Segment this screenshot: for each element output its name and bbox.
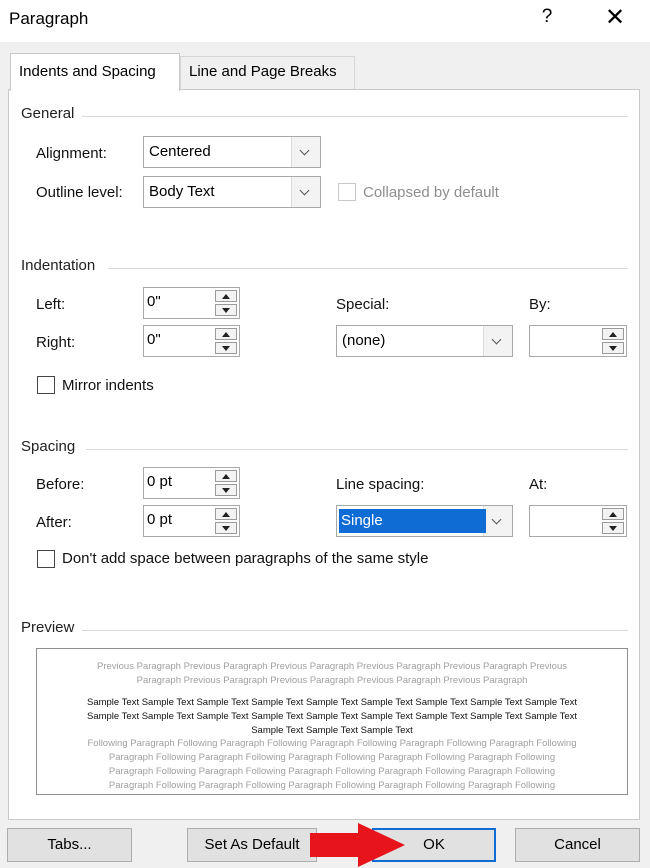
section-divider	[82, 630, 628, 631]
spin-down-icon[interactable]	[602, 522, 624, 534]
tab-label: Line and Page Breaks	[189, 63, 337, 80]
section-general-heading: General	[21, 105, 75, 122]
preview-sample-line: Sample Text Sample Text Sample Text Samp…	[86, 697, 578, 708]
by-spinner[interactable]	[529, 325, 627, 357]
special-label: Special:	[336, 296, 390, 313]
spin-down-icon[interactable]	[215, 522, 237, 534]
dialog-title: Paragraph	[9, 9, 89, 28]
alignment-dropdown[interactable]: Centered	[143, 136, 321, 168]
chevron-down-icon[interactable]	[291, 177, 320, 207]
spin-up-icon[interactable]	[215, 470, 237, 482]
preview-following-line: Paragraph Following Paragraph Following …	[108, 766, 556, 777]
preview-previous-line: Previous Paragraph Previous Paragraph Pr…	[97, 661, 567, 672]
chevron-down-icon[interactable]	[291, 137, 320, 167]
line-spacing-label: Line spacing:	[336, 476, 425, 493]
left-indent-label: Left:	[36, 296, 66, 313]
mirror-indents-label: Mirror indents	[62, 377, 154, 394]
by-label: By:	[529, 296, 551, 313]
dont-add-space-label: Don't add space between paragraphs of th…	[62, 550, 429, 567]
close-icon[interactable]: ✕	[600, 3, 630, 32]
spin-down-icon[interactable]	[215, 304, 237, 316]
right-indent-label: Right:	[36, 334, 76, 351]
tab-label: Indents and Spacing	[19, 63, 156, 80]
special-value: (none)	[342, 332, 386, 349]
preview-following-line: Paragraph Following Paragraph Following …	[108, 780, 556, 791]
outline-level-dropdown[interactable]: Body Text	[143, 176, 321, 208]
tab-indents-and-spacing[interactable]: Indents and Spacing	[10, 53, 180, 91]
at-label: At:	[529, 476, 548, 493]
section-spacing-heading: Spacing	[21, 438, 76, 455]
after-value: 0 pt	[147, 511, 173, 528]
red-arrow-shape	[310, 823, 405, 867]
right-indent-value: 0"	[147, 331, 161, 348]
mirror-indents-checkbox[interactable]	[37, 376, 55, 394]
special-dropdown[interactable]: (none)	[336, 325, 513, 357]
spin-down-icon[interactable]	[215, 342, 237, 354]
section-indentation-heading: Indentation	[21, 257, 96, 274]
left-indent-spinner[interactable]: 0"	[143, 287, 240, 319]
dont-add-space-checkbox[interactable]	[37, 550, 55, 568]
collapsed-by-default-checkbox	[338, 183, 356, 201]
line-spacing-selected-text: Single	[341, 512, 383, 529]
spin-up-icon[interactable]	[215, 508, 237, 520]
collapsed-by-default-label: Collapsed by default	[363, 184, 499, 201]
spin-up-icon[interactable]	[602, 328, 624, 340]
preview-sample-line: Sample Text Sample Text Sample Text Samp…	[86, 711, 578, 722]
after-spinner[interactable]: 0 pt	[143, 505, 240, 537]
tab-line-and-page-breaks[interactable]: Line and Page Breaks	[180, 56, 355, 90]
chevron-down-icon[interactable]	[483, 506, 512, 536]
chevron-down-icon[interactable]	[483, 326, 512, 356]
help-icon[interactable]: ?	[536, 6, 558, 28]
before-label: Before:	[36, 476, 85, 493]
spin-up-icon[interactable]	[602, 508, 624, 520]
right-indent-spinner[interactable]: 0"	[143, 325, 240, 357]
section-divider	[108, 268, 628, 269]
outline-level-label: Outline level:	[36, 184, 123, 201]
alignment-label: Alignment:	[36, 145, 107, 162]
set-as-default-button[interactable]: Set As Default	[187, 828, 317, 862]
spin-down-icon[interactable]	[215, 484, 237, 496]
after-label: After:	[36, 514, 72, 531]
alignment-value: Centered	[149, 143, 211, 160]
section-preview-heading: Preview	[21, 619, 75, 636]
spin-down-icon[interactable]	[602, 342, 624, 354]
cancel-button[interactable]: Cancel	[515, 828, 640, 862]
section-divider	[86, 449, 628, 450]
outline-level-value: Body Text	[149, 183, 215, 200]
before-value: 0 pt	[147, 473, 173, 490]
tabs-button[interactable]: Tabs...	[7, 828, 132, 862]
section-divider	[82, 116, 628, 117]
before-spinner[interactable]: 0 pt	[143, 467, 240, 499]
at-spinner[interactable]	[529, 505, 627, 537]
preview-following-line: Paragraph Following Paragraph Following …	[108, 752, 556, 763]
spin-up-icon[interactable]	[215, 328, 237, 340]
preview-following-line: Following Paragraph Following Paragraph …	[87, 738, 577, 749]
paragraph-preview: Previous Paragraph Previous Paragraph Pr…	[36, 648, 628, 795]
preview-sample-line: Sample Text Sample Text Sample Text	[251, 725, 413, 736]
red-arrow-icon	[310, 823, 405, 867]
left-indent-value: 0"	[147, 293, 161, 310]
preview-previous-line: Paragraph Previous Paragraph Previous Pa…	[136, 675, 528, 686]
spin-up-icon[interactable]	[215, 290, 237, 302]
